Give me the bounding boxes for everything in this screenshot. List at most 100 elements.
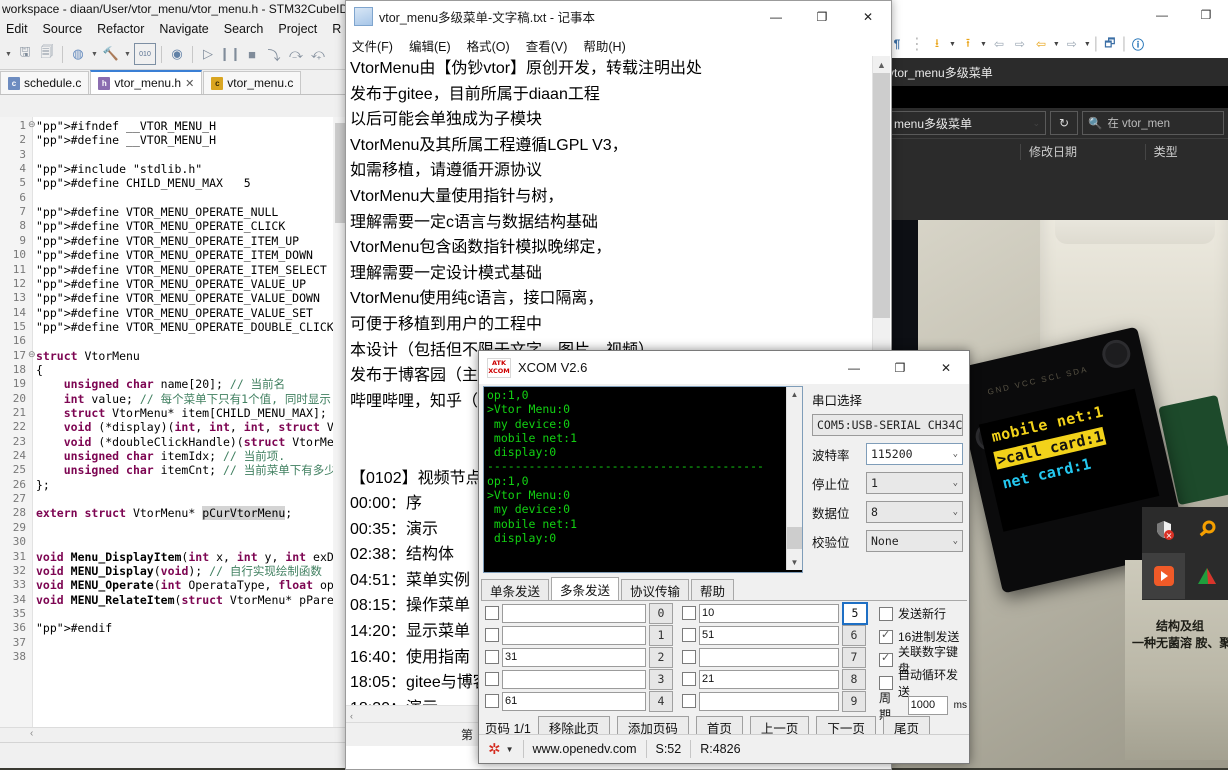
close-icon[interactable]: ✕: [185, 77, 194, 90]
tray-media-player-icon[interactable]: [1142, 553, 1185, 599]
code-line[interactable]: void (*doubleClickHandle)(struct VtorMen: [36, 435, 341, 449]
multisend-6-send-button[interactable]: 6: [842, 624, 866, 646]
multisend-7-send-button[interactable]: 7: [842, 646, 866, 668]
notepad-menu-format[interactable]: 格式(O): [467, 36, 510, 55]
xcom-titlebar[interactable]: ATK XCOM XCOM V2.6 — ❐ ✕: [479, 351, 969, 384]
hammer-dropdown-icon[interactable]: ▼: [123, 51, 132, 58]
multisend-3-input[interactable]: [502, 669, 646, 689]
xcom-console-scrollbar[interactable]: ▲ ▼: [786, 387, 802, 570]
multisend-1-checkbox[interactable]: [485, 628, 499, 642]
code-line[interactable]: void (*display)(int, int, int, struct Vt: [36, 420, 341, 434]
multisend-4-checkbox[interactable]: [485, 694, 499, 708]
multisend-2-input[interactable]: 31: [502, 647, 646, 667]
pause-icon[interactable]: ❙❙: [219, 44, 241, 64]
multisend-5-input[interactable]: 10: [699, 603, 839, 623]
multisend-2-checkbox[interactable]: [485, 650, 499, 664]
run-icon[interactable]: ▷: [198, 44, 218, 64]
multisend-0-input[interactable]: [502, 603, 646, 623]
step-over-icon[interactable]: ⤼: [286, 44, 306, 64]
explorer-column-headers[interactable]: 修改日期 类型: [884, 138, 1228, 165]
editor-code-area[interactable]: "pp">#ifndef __VTOR_MENU_H "pp">#define _…: [0, 117, 348, 727]
explorer-titlebar[interactable]: — ❐: [884, 0, 1228, 30]
multisend-2-send-button[interactable]: 2: [649, 646, 673, 668]
scroll-up-icon[interactable]: ▲: [873, 56, 890, 73]
upload-arrow-icon[interactable]: ⭱: [959, 35, 977, 53]
explorer-minimize-button[interactable]: —: [1140, 0, 1184, 30]
code-line[interactable]: struct VtorMenu* item[CHILD_MENU_MAX]; /: [36, 406, 341, 420]
build-all-icon[interactable]: ◍: [68, 44, 88, 64]
scroll-down-icon[interactable]: ▼: [787, 555, 802, 570]
scroll-left-icon[interactable]: ‹: [30, 728, 33, 739]
multisend-4-input[interactable]: 61: [502, 691, 646, 711]
code-line[interactable]: "pp">#define VTOR_MENU_OPERATE_ITEM_SELE…: [36, 263, 348, 277]
explorer-column-modified[interactable]: 修改日期: [1020, 144, 1145, 160]
code-line[interactable]: "pp">#define VTOR_MENU_OPERATE_VALUE_SET…: [36, 306, 348, 320]
menu-navigate[interactable]: Navigate: [159, 22, 208, 36]
tab-multi-send[interactable]: 多条发送: [551, 577, 620, 600]
multisend-6-checkbox[interactable]: [682, 628, 696, 642]
menu-search[interactable]: Search: [224, 22, 264, 36]
explorer-toolbar[interactable]: ¶ ⋮ ⭳ ▼ ⭱ ▼ ⇦ ⇨ ⇦ ▼ ⇨ ▼ | 🗗 | ⓘ: [884, 30, 1228, 58]
code-line[interactable]: unsigned char itemIdx; // 当前项.: [36, 449, 285, 463]
system-tray-popup[interactable]: ✕: [1142, 507, 1228, 600]
tab-vtor-menu-h[interactable]: h vtor_menu.h ✕: [90, 70, 203, 94]
explorer-search-box[interactable]: 🔍 在 vtor_men: [1082, 111, 1224, 135]
code-line[interactable]: extern struct VtorMenu* pCurVtorMenu;: [36, 506, 292, 521]
scroll-up-icon[interactable]: ▲: [787, 387, 802, 402]
code-editor[interactable]: 1 ⊖ 2 3 4 5 6 7 8 9 10 11 12 13 14 15 16 17 ⊖ 18 19 20 21 22 23 2…: [0, 117, 348, 727]
xcom-send-tabs[interactable]: 单条发送 多条发送 协议传输 帮助: [481, 577, 967, 601]
menu-edit[interactable]: Edit: [6, 22, 28, 36]
binary-icon[interactable]: 010: [134, 43, 156, 65]
multisend-7-input[interactable]: [699, 647, 839, 667]
multisend-1-send-button[interactable]: 1: [649, 624, 673, 646]
tray-security-shield-icon[interactable]: ✕: [1142, 507, 1185, 553]
code-line[interactable]: int value; // 每个菜单下只有1个值, 同时显示: [36, 392, 331, 406]
code-line[interactable]: "pp">#define VTOR_MENU_OPERATE_DOUBLE_CL…: [36, 320, 348, 334]
multisend-8-input[interactable]: 21: [699, 669, 839, 689]
gear-icon[interactable]: ✲: [488, 740, 501, 758]
explorer-column-type[interactable]: 类型: [1144, 144, 1228, 160]
code-line[interactable]: "pp">#ifndef __VTOR_MENU_H: [36, 119, 216, 133]
info-icon[interactable]: ⓘ: [1129, 35, 1147, 53]
chevron-down-icon[interactable]: ⌄: [953, 507, 958, 517]
code-line[interactable]: };: [36, 478, 50, 492]
option-0-checkbox[interactable]: [879, 606, 893, 621]
multisend-7-checkbox[interactable]: [682, 650, 696, 664]
code-line[interactable]: "pp">#define CHILD_MENU_MAX 5: [36, 176, 251, 190]
forward-arrow-outline-icon[interactable]: ⇨: [1011, 35, 1029, 53]
status-dropdown-icon[interactable]: ▼: [506, 745, 514, 754]
multisend-0-checkbox[interactable]: [485, 606, 499, 620]
chevron-down-icon[interactable]: ⌄: [953, 478, 958, 488]
option-1-checkbox[interactable]: [879, 628, 893, 644]
notepad-menu-view[interactable]: 查看(V): [526, 36, 568, 55]
tab-help[interactable]: 帮助: [691, 579, 735, 600]
option-2-checkbox[interactable]: [879, 651, 893, 667]
chevron-down-icon[interactable]: ⌄: [953, 536, 958, 546]
code-fold-toggle[interactable]: ⊖: [28, 349, 36, 360]
hammer-build-icon[interactable]: 🔨: [101, 44, 121, 64]
xcom-port-select[interactable]: COM5:USB-SERIAL CH34C ⌄: [812, 414, 963, 436]
save-icon[interactable]: 🖫: [15, 44, 35, 64]
code-line[interactable]: "pp">#define VTOR_MENU_OPERATE_VALUE_UP …: [36, 277, 348, 291]
scroll-left-icon[interactable]: ‹: [346, 711, 353, 721]
notepad-maximize-button[interactable]: ❐: [799, 1, 845, 32]
notepad-close-button[interactable]: ✕: [845, 1, 891, 32]
notepad-menu-bar[interactable]: 文件(F) 编辑(E) 格式(O) 查看(V) 帮助(H): [346, 33, 891, 57]
code-line[interactable]: unsigned char itemCnt; // 当前菜单下有多少项: [36, 463, 348, 477]
save-all-icon[interactable]: 🗐: [37, 44, 57, 64]
explorer-column-name[interactable]: [884, 144, 1020, 160]
code-line[interactable]: void Menu_DisplayItem(int x, int y, int …: [36, 550, 341, 564]
code-line[interactable]: "pp">#define VTOR_MENU_OPERATE_VALUE_DOW…: [36, 291, 348, 305]
code-line[interactable]: "pp">#define VTOR_MENU_OPERATE_CLICK 1: [36, 219, 348, 233]
xcom-receive-console[interactable]: op:1,0 >Vtor Menu:0 my device:0 mobile n…: [483, 386, 803, 573]
code-line[interactable]: unsigned char name[20]; // 当前名: [36, 377, 285, 391]
code-line[interactable]: "pp">#define VTOR_MENU_OPERATE_ITEM_UP 2: [36, 234, 348, 248]
multisend-3-checkbox[interactable]: [485, 672, 499, 686]
forward-arrow-icon[interactable]: ⇨: [1063, 35, 1081, 53]
code-line[interactable]: void MENU_RelateItem(struct VtorMenu* pP…: [36, 593, 341, 607]
code-fold-toggle[interactable]: ⊖: [28, 119, 36, 130]
step-into-icon[interactable]: ⤵: [264, 44, 284, 64]
stop-icon[interactable]: ■: [242, 44, 262, 64]
multisend-6-input[interactable]: 51: [699, 625, 839, 645]
multisend-8-checkbox[interactable]: [682, 672, 696, 686]
